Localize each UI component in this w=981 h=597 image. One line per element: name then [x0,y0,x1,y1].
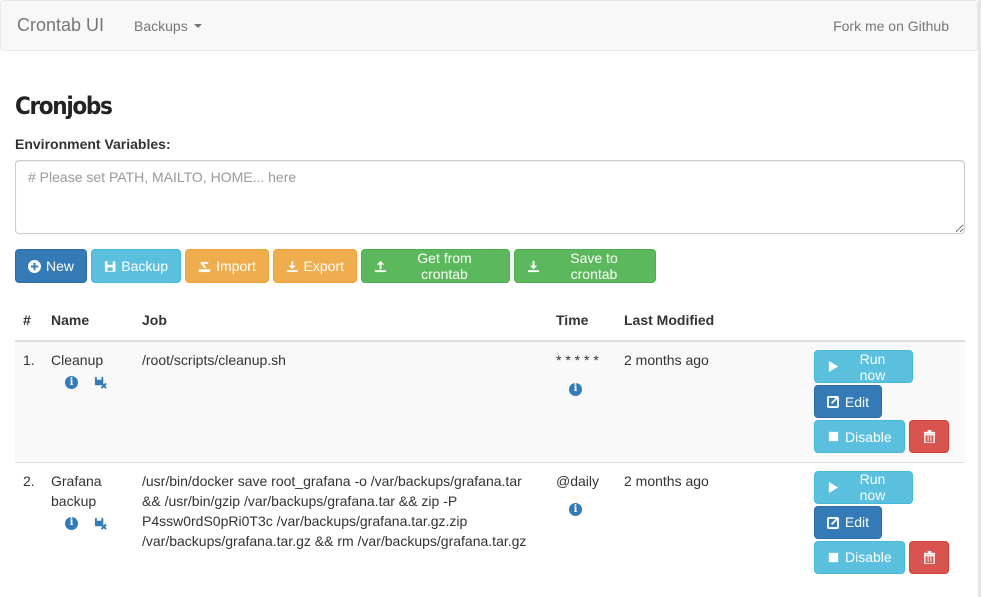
cronjobs-table: # Name Job Time Last Modified 1. Cleanup… [15,300,965,582]
info-icon[interactable]: i [569,382,582,396]
row-actions: Run now Edit Disable [806,461,965,582]
col-header-job: Job [134,300,548,342]
navbar: Crontab UI Backups Fork me on Github [0,0,978,51]
row-name-cell: Cleanup i [43,340,134,462]
floppy-icon [104,260,116,272]
trash-icon [923,550,935,564]
stop-icon [828,431,839,442]
table-row: 2. Grafana backup i /usr/bin/docker save… [15,461,965,582]
row-name-cell: Grafana backup i [43,461,134,582]
stop-icon [828,552,839,562]
table-row: 1. Cleanup i /root/scripts/cleanup.sh * … [15,340,965,462]
row-num: 2. [15,461,43,582]
disable-button[interactable]: Disable [814,420,905,453]
disable-label: Disable [845,428,892,445]
edit-label: Edit [844,514,869,530]
page-title: Cronjobs [15,92,113,120]
floppy-remove-icon[interactable] [94,376,107,389]
caret-down-icon [193,24,202,28]
col-header-time: Time [548,300,616,342]
new-button[interactable]: New [15,249,87,283]
import-icon [199,261,211,272]
import-button[interactable]: Import [185,249,269,283]
new-button-label: New [45,258,74,274]
download-icon [286,260,298,272]
fork-github-link[interactable]: Fork me on Github [833,18,949,34]
row-last-modified: 2 months ago [616,340,806,462]
export-button[interactable]: Export [273,249,357,283]
plus-circle-icon [28,259,41,273]
import-button-label: Import [216,258,256,274]
backup-button[interactable]: Backup [91,249,181,283]
play-icon [828,481,839,493]
save-to-crontab-button[interactable]: Save to crontab [514,249,656,283]
edit-button[interactable]: Edit [814,505,882,539]
row-job: /root/scripts/cleanup.sh [134,340,548,462]
row-time: * * * * * [556,352,599,368]
row-name: Grafana backup [51,472,102,509]
disable-button[interactable]: Disable [814,540,905,574]
delete-button[interactable] [909,540,949,574]
info-icon[interactable]: i [569,503,582,516]
row-time-cell: @daily i [548,461,616,582]
row-last-modified: 2 months ago [616,461,806,582]
row-time: @daily [556,472,600,489]
backups-dropdown-label: Backups [134,18,188,34]
row-num: 1. [15,340,43,462]
row-time-cell: * * * * * i [548,340,616,462]
delete-button[interactable] [909,420,949,453]
env-variables-input[interactable] [15,160,965,234]
col-header-num: # [15,300,43,342]
env-variables-label: Environment Variables: [15,136,171,152]
run-now-button[interactable]: Run now [814,350,913,383]
run-now-label: Run now [859,350,886,383]
download-icon [527,260,540,272]
col-header-actions [806,300,965,342]
get-from-crontab-label: Get from crontab [417,250,472,282]
col-header-last-modified: Last Modified [616,300,806,342]
info-icon[interactable]: i [65,376,78,389]
upload-icon [374,260,387,272]
backup-button-label: Backup [121,258,168,274]
edit-icon [827,395,839,408]
table-header-row: # Name Job Time Last Modified [15,300,965,342]
edit-button[interactable]: Edit [814,385,882,418]
row-name: Cleanup [51,352,104,368]
trash-icon [923,430,935,443]
backups-dropdown[interactable]: Backups [134,18,202,34]
edit-label: Edit [844,393,869,410]
toolbar: New Backup Import Export Get from cronta… [15,249,656,283]
disable-label: Disable [845,549,892,565]
export-button-label: Export [303,258,344,274]
app-brand[interactable]: Crontab UI [17,15,104,36]
get-from-crontab-button[interactable]: Get from crontab [361,249,510,283]
floppy-remove-icon[interactable] [94,517,107,530]
run-now-button[interactable]: Run now [814,470,913,504]
row-job: /usr/bin/docker save root_grafana -o /va… [134,461,548,582]
play-icon [828,360,839,373]
info-icon[interactable]: i [65,516,78,530]
run-now-label: Run now [859,471,886,503]
save-to-crontab-label: Save to crontab [570,250,618,282]
edit-icon [827,516,839,529]
row-actions: Run now Edit Disable [806,340,965,462]
col-header-name: Name [43,300,134,342]
